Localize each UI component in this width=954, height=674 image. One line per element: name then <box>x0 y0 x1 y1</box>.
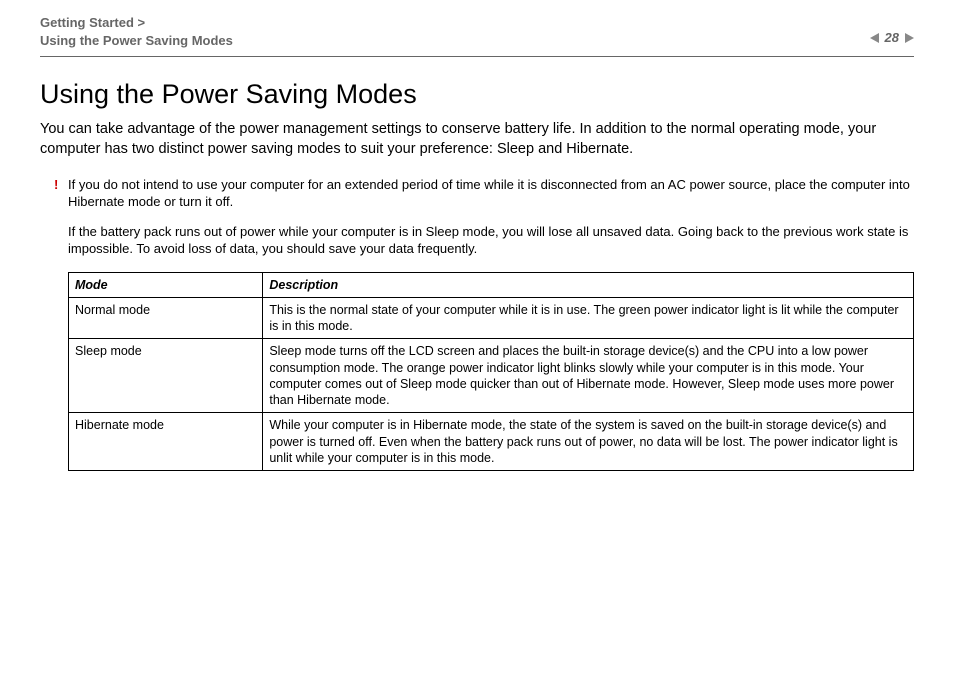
page-navigation: 28 <box>870 30 914 45</box>
page-content: Using the Power Saving Modes You can tak… <box>0 57 954 471</box>
modes-table: Mode Description Normal mode This is the… <box>68 272 914 472</box>
table-row: Sleep mode Sleep mode turns off the LCD … <box>69 339 914 413</box>
page-header: Getting Started > Using the Power Saving… <box>0 0 954 56</box>
table-header-description: Description <box>263 272 914 297</box>
breadcrumb-line1: Getting Started > <box>40 14 233 32</box>
caution-icon: ! <box>54 176 58 194</box>
table-header-row: Mode Description <box>69 272 914 297</box>
table-row: Hibernate mode While your computer is in… <box>69 413 914 471</box>
caution-note: ! If you do not intend to use your compu… <box>40 176 914 211</box>
page-next-icon[interactable] <box>905 33 914 43</box>
cell-mode: Normal mode <box>69 297 263 339</box>
page-title: Using the Power Saving Modes <box>40 79 914 110</box>
breadcrumb: Getting Started > Using the Power Saving… <box>40 14 233 50</box>
breadcrumb-line2: Using the Power Saving Modes <box>40 32 233 50</box>
intro-paragraph: You can take advantage of the power mana… <box>40 120 914 159</box>
cell-description: While your computer is in Hibernate mode… <box>263 413 914 471</box>
cell-mode: Hibernate mode <box>69 413 263 471</box>
cell-description: Sleep mode turns off the LCD screen and … <box>263 339 914 413</box>
warning-text: If the battery pack runs out of power wh… <box>40 223 914 258</box>
table-row: Normal mode This is the normal state of … <box>69 297 914 339</box>
page-number: 28 <box>885 30 899 45</box>
table-header-mode: Mode <box>69 272 263 297</box>
cell-description: This is the normal state of your compute… <box>263 297 914 339</box>
cell-mode: Sleep mode <box>69 339 263 413</box>
caution-text: If you do not intend to use your compute… <box>68 177 910 210</box>
page-prev-icon[interactable] <box>870 33 879 43</box>
